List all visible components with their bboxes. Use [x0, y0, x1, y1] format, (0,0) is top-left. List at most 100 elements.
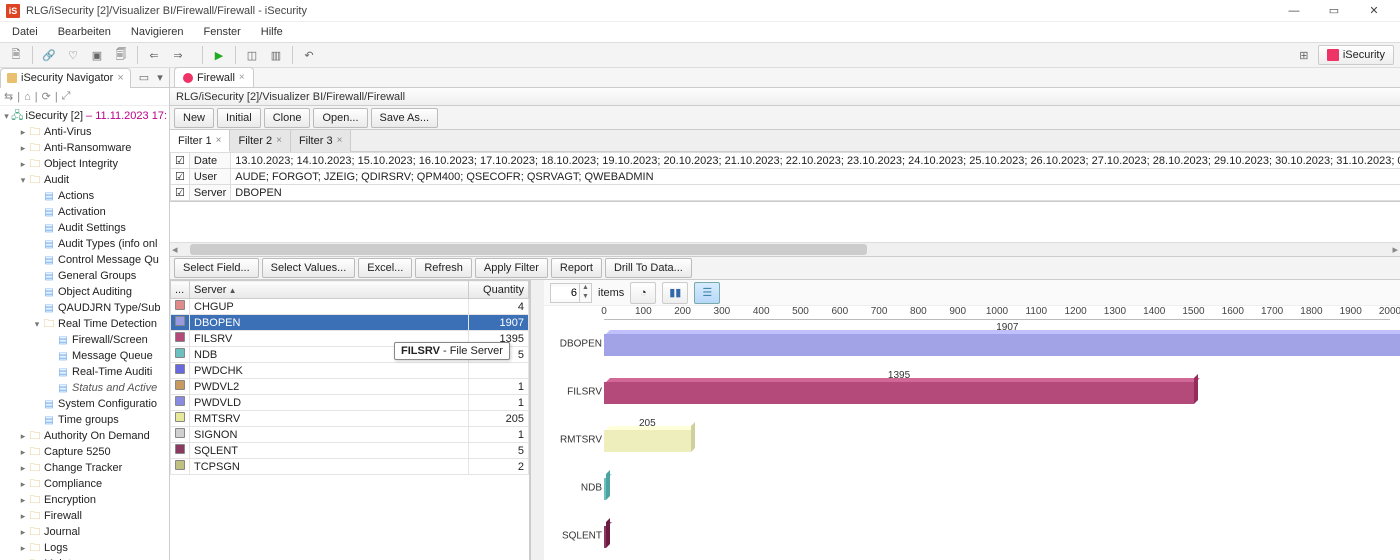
item-count-stepper[interactable]: ▲▼ [550, 283, 592, 303]
tree-item[interactable]: ▸🗀Firewall [0, 508, 169, 524]
drill-to-data-button[interactable]: Drill To Data... [605, 258, 692, 278]
window-maximize-button[interactable]: ▭ [1314, 0, 1354, 22]
new-file-icon[interactable]: 🗎 [6, 45, 26, 65]
report-button[interactable]: Report [551, 258, 602, 278]
tree-item[interactable]: ▸🗀Authority On Demand [0, 428, 169, 444]
tree-item[interactable]: ▤Message Queue [0, 348, 169, 364]
menu-hilfe[interactable]: Hilfe [253, 24, 291, 40]
menu-datei[interactable]: Datei [4, 24, 46, 40]
tree-item[interactable]: ▸🗀Journal [0, 524, 169, 540]
pie-chart-icon[interactable]: ◔ [630, 282, 656, 304]
tree-item[interactable]: ▤Firewall/Screen [0, 332, 169, 348]
layout2-icon[interactable]: ▥ [266, 45, 286, 65]
select-field-button[interactable]: Select Field... [174, 258, 259, 278]
doc-icon[interactable]: 🗐 [111, 45, 131, 65]
nav-tool4-icon[interactable]: ⤢ [62, 90, 71, 103]
perspective-button[interactable]: iSecurity [1318, 45, 1394, 65]
tree-item[interactable]: ▤General Groups [0, 268, 169, 284]
tree-item[interactable]: ▤QAUDJRN Type/Sub [0, 300, 169, 316]
navigator-tree[interactable]: ▾🖧iSecurity [2] – 11.11.2023 17:▸🗀Anti-V… [0, 106, 169, 560]
heart-icon[interactable]: ♡ [63, 45, 83, 65]
bar-chart-icon[interactable]: ▮▮ [662, 282, 688, 304]
col-quantity[interactable]: Quantity [469, 281, 529, 299]
tree-item[interactable]: ▤Real-Time Auditi [0, 364, 169, 380]
navigator-tab[interactable]: iSecurity Navigator × [0, 68, 131, 88]
filter-checkbox[interactable]: ☑ [171, 169, 190, 185]
tree-item[interactable]: ▾🗀Real Time Detection [0, 316, 169, 332]
initial-button[interactable]: Initial [217, 108, 261, 128]
refresh-button[interactable]: Refresh [415, 258, 472, 278]
open-perspective-icon[interactable]: ⊞ [1294, 45, 1314, 65]
chart-bar[interactable]: 205 [604, 430, 691, 452]
navigator-tab-close-icon[interactable]: × [117, 72, 123, 84]
col-server[interactable]: Server [190, 281, 469, 299]
table-row[interactable]: SQLENT5 [171, 443, 529, 459]
filter-tab-close-icon[interactable]: × [216, 135, 222, 146]
hbar-chart-icon[interactable]: ☰ [694, 282, 720, 304]
filter-tab[interactable]: Filter 3× [291, 130, 351, 152]
select-values-button[interactable]: Select Values... [262, 258, 356, 278]
tree-item[interactable]: ▤Status and Active [0, 380, 169, 396]
col-dots[interactable]: ... [171, 281, 190, 299]
chart-bar[interactable] [604, 478, 606, 500]
table-row[interactable]: SIGNON1 [171, 427, 529, 443]
nav-tool2-icon[interactable]: ⌂ [24, 91, 31, 103]
saveas-button[interactable]: Save As... [371, 108, 439, 128]
filter-hscroll[interactable]: ◂ ▸ [170, 242, 1400, 256]
table-row[interactable]: PWDCHK [171, 363, 529, 379]
filter-value[interactable]: AUDE; FORGOT; JZEIG; QDIRSRV; QPM400; QS… [231, 169, 1400, 185]
excel-button[interactable]: Excel... [358, 258, 412, 278]
filter-checkbox[interactable]: ☑ [171, 153, 190, 169]
tree-item[interactable]: ▸🗀Change Tracker [0, 460, 169, 476]
tree-item[interactable]: ▤Time groups [0, 412, 169, 428]
undo-icon[interactable]: ↶ [299, 45, 319, 65]
tree-item[interactable]: ▤System Configuratio [0, 396, 169, 412]
filter-tab-close-icon[interactable]: × [276, 135, 282, 146]
apply-filter-button[interactable]: Apply Filter [475, 258, 548, 278]
table-row[interactable]: DBOPEN1907 [171, 315, 529, 331]
filter-value[interactable]: 13.10.2023; 14.10.2023; 15.10.2023; 16.1… [231, 153, 1400, 169]
open-button[interactable]: Open... [313, 108, 367, 128]
chart-bar[interactable]: 1395 [604, 382, 1194, 404]
window-minimize-button[interactable]: — [1274, 0, 1314, 22]
back-icon[interactable]: ⇐ [144, 45, 164, 65]
table-vscroll[interactable] [530, 280, 544, 560]
view-menu-icon[interactable]: ▾ [153, 71, 167, 85]
table-row[interactable]: TCPSGN2 [171, 459, 529, 475]
new-button[interactable]: New [174, 108, 214, 128]
tree-item[interactable]: ▸🗀Anti-Ransomware [0, 140, 169, 156]
tree-root[interactable]: ▾🖧iSecurity [2] – 11.11.2023 17: [0, 108, 169, 124]
tree-item[interactable]: ▸🗀Logs [0, 540, 169, 556]
link-icon[interactable]: 🔗 [39, 45, 59, 65]
tree-item[interactable]: ▤Object Auditing [0, 284, 169, 300]
filter-tab-close-icon[interactable]: × [337, 135, 343, 146]
tree-item[interactable]: ▤Actions [0, 188, 169, 204]
table-row[interactable]: CHGUP4 [171, 299, 529, 315]
tree-item[interactable]: ▤Audit Types (info onl [0, 236, 169, 252]
tree-item[interactable]: ▸🗀Object Integrity [0, 156, 169, 172]
table-row[interactable]: RMTSRV205 [171, 411, 529, 427]
run-icon[interactable]: ▶ [209, 45, 229, 65]
editor-tab-firewall[interactable]: Firewall × [174, 67, 254, 87]
tree-item[interactable]: ▤Control Message Qu [0, 252, 169, 268]
tree-item[interactable]: ▤Activation [0, 204, 169, 220]
tree-item[interactable]: ▸🗀Anti-Virus [0, 124, 169, 140]
nav-tool1-icon[interactable]: ⇆ [4, 90, 13, 103]
forward-icon[interactable]: ⇒ [168, 45, 188, 65]
chart-bar[interactable]: 1907 [604, 334, 1400, 356]
box-icon[interactable]: ▣ [87, 45, 107, 65]
editor-tab-close-icon[interactable]: × [239, 72, 245, 83]
item-count-input[interactable] [551, 287, 579, 299]
clone-button[interactable]: Clone [264, 108, 311, 128]
nav-tool3-icon[interactable]: ⟳ [42, 90, 51, 103]
menu-fenster[interactable]: Fenster [196, 24, 249, 40]
menu-bearbeiten[interactable]: Bearbeiten [50, 24, 119, 40]
tree-item[interactable]: ▤Audit Settings [0, 220, 169, 236]
filter-value[interactable]: DBOPEN [231, 185, 1400, 201]
tree-item[interactable]: ▸🗀Encryption [0, 492, 169, 508]
window-close-button[interactable]: ✕ [1354, 0, 1394, 22]
menu-navigieren[interactable]: Navigieren [123, 24, 192, 40]
tree-item[interactable]: ▸🗀Capture 5250 [0, 444, 169, 460]
filter-checkbox[interactable]: ☑ [171, 185, 190, 201]
filter-tab[interactable]: Filter 2× [230, 130, 290, 152]
